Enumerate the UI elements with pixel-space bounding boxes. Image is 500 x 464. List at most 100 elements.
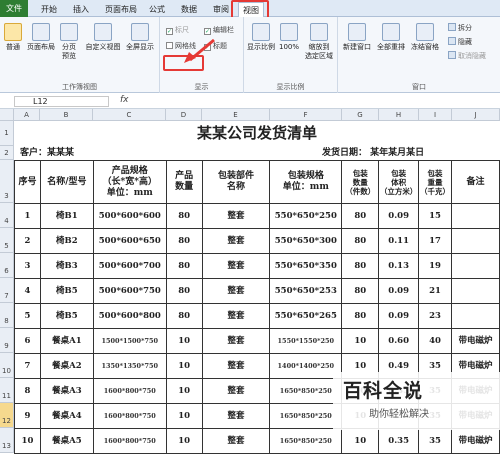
header-cell[interactable]: 产品 数量 [165,160,203,204]
row-header[interactable]: 7 [0,278,14,303]
table-cell[interactable]: 0.60 [378,328,420,354]
table-cell[interactable]: 17 [418,228,452,254]
table-cell[interactable]: 0.09 [378,203,420,229]
header-cell[interactable]: 名称/型号 [39,160,94,204]
tab-file[interactable]: 文件 [0,0,28,17]
table-cell[interactable]: 80 [165,203,203,229]
table-cell[interactable]: 4 [14,278,41,304]
tab-formulas[interactable]: 公式 [146,2,168,17]
freeze-panes-button[interactable]: 冻结窗格 [408,23,442,52]
table-cell[interactable]: 10 [14,428,41,454]
table-cell[interactable]: 椅B5 [39,303,94,329]
column-header[interactable]: I [419,109,452,121]
custom-views-button[interactable]: 自定义视图 [84,23,122,52]
column-header[interactable]: A [14,109,40,121]
table-cell[interactable] [451,253,500,279]
table-cell[interactable]: 80 [165,278,203,304]
table-cell[interactable]: 0.09 [378,278,420,304]
table-cell[interactable]: 80 [341,203,380,229]
table-cell[interactable]: 8 [14,378,41,404]
table-cell[interactable]: 9 [14,403,41,429]
name-box[interactable]: L12 [14,96,109,107]
split-button[interactable]: 拆分 [448,23,472,33]
column-header[interactable]: J [452,109,500,121]
fx-icon[interactable]: fx [120,95,129,105]
table-cell[interactable]: 500*600*750 [92,278,167,304]
table-cell[interactable]: 80 [341,303,380,329]
table-cell[interactable]: 23 [418,303,452,329]
table-cell[interactable]: 10 [165,428,203,454]
column-header[interactable]: E [202,109,270,121]
full-screen-button[interactable]: 全屏显示 [122,23,158,52]
table-cell[interactable]: 10 [165,353,203,379]
row-header[interactable]: 1 [0,121,14,146]
table-cell[interactable]: 0.13 [378,253,420,279]
header-cell[interactable]: 序号 [14,160,41,204]
table-cell[interactable] [451,303,500,329]
table-cell[interactable]: 椅B5 [39,278,94,304]
table-cell[interactable]: 10 [165,328,203,354]
header-cell[interactable]: 备注 [451,160,500,204]
table-cell[interactable]: 500*600*800 [92,303,167,329]
row-header[interactable]: 3 [0,160,14,203]
table-cell[interactable]: 1500*1500*750 [92,328,167,354]
column-header[interactable]: B [40,109,93,121]
tab-data[interactable]: 数据 [178,2,200,17]
page-layout-view-button[interactable]: 页面布局 [26,23,56,52]
table-cell[interactable]: 整套 [201,428,271,454]
row-header[interactable]: 5 [0,228,14,253]
row-header[interactable]: 13 [0,428,14,453]
table-cell[interactable]: 550*650*300 [269,228,343,254]
header-cell[interactable]: 包装 体积 （立方米） [378,160,420,204]
table-cell[interactable]: 整套 [201,278,271,304]
table-cell[interactable]: 550*650*253 [269,278,343,304]
table-cell[interactable]: 0.35 [378,428,420,454]
header-cell[interactable]: 包装 数量 （件数） [341,160,380,204]
table-cell[interactable]: 2 [14,228,41,254]
page-break-preview-button[interactable]: 分页 预览 [58,23,80,61]
row-header[interactable]: 9 [0,328,14,353]
header-cell[interactable]: 包装规格 单位：mm [269,160,343,204]
table-cell[interactable]: 19 [418,253,452,279]
arrange-all-button[interactable]: 全部重排 [374,23,408,52]
table-cell[interactable]: 1650*850*250 [269,403,343,429]
table-cell[interactable]: 1600*800*750 [92,403,167,429]
table-cell[interactable]: 0.09 [378,303,420,329]
zoom-button[interactable]: 显示比例 [246,23,276,52]
table-cell[interactable]: 餐桌A4 [39,403,94,429]
header-cell[interactable]: 包装部件 名称 [201,160,271,204]
table-cell[interactable]: 整套 [201,303,271,329]
row-header-selected[interactable]: 12 [0,403,14,428]
row-header[interactable]: 2 [0,146,14,160]
header-cell[interactable]: 包装 重量 （千克） [418,160,452,204]
table-cell[interactable]: 80 [165,303,203,329]
table-cell[interactable]: 1550*1550*250 [269,328,343,354]
table-cell[interactable]: 35 [418,428,452,454]
table-cell[interactable]: 15 [418,203,452,229]
table-cell[interactable]: 500*600*600 [92,203,167,229]
table-cell[interactable]: 80 [341,228,380,254]
table-cell[interactable]: 5 [14,303,41,329]
unhide-button[interactable]: 取消隐藏 [448,51,486,61]
table-cell[interactable]: 10 [165,403,203,429]
table-cell[interactable]: 1650*850*250 [269,378,343,404]
row-header[interactable]: 10 [0,353,14,378]
table-cell[interactable]: 40 [418,328,452,354]
row-header[interactable]: 8 [0,303,14,328]
table-cell[interactable]: 10 [341,428,380,454]
table-cell[interactable]: 带电磁炉 [451,428,500,454]
row-header[interactable]: 6 [0,253,14,278]
table-cell[interactable] [451,278,500,304]
tab-home[interactable]: 开始 [38,2,60,17]
table-cell[interactable]: 7 [14,353,41,379]
select-all-corner[interactable] [0,109,14,121]
table-cell[interactable]: 整套 [201,203,271,229]
table-cell[interactable]: 550*650*265 [269,303,343,329]
table-cell[interactable]: 550*650*250 [269,203,343,229]
table-cell[interactable]: 80 [341,253,380,279]
table-cell[interactable]: 3 [14,253,41,279]
table-cell[interactable]: 餐桌A3 [39,378,94,404]
table-cell[interactable]: 餐桌A2 [39,353,94,379]
table-cell[interactable]: 1350*1350*750 [92,353,167,379]
row-header[interactable]: 11 [0,378,14,403]
